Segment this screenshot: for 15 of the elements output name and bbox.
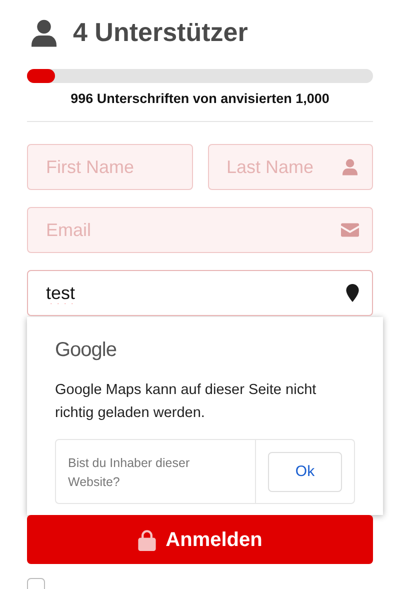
progress-caption: 996 Unterschriften von anvisierten 1,000 bbox=[70, 90, 330, 108]
supporter-count: 4 Unterstützer bbox=[73, 16, 248, 49]
input-field[interactable]: First Name bbox=[27, 144, 192, 190]
map-pin-icon bbox=[346, 284, 359, 302]
submit-button[interactable]: Anmelden bbox=[27, 515, 373, 564]
lock-icon bbox=[138, 528, 156, 551]
input-field[interactable]: Email bbox=[27, 207, 373, 254]
owner-question: Bist du Inhaber dieser Website? bbox=[67, 455, 191, 492]
brand-logo: Google bbox=[55, 338, 118, 364]
envelope-icon bbox=[341, 223, 359, 238]
person-icon bbox=[341, 158, 359, 176]
ok-button[interactable]: Ok bbox=[268, 452, 342, 492]
input-field[interactable]: Last Name bbox=[208, 144, 373, 190]
input-field[interactable]: test bbox=[27, 270, 373, 316]
error-message: Google Maps kann auf dieser Seite nicht richtig geladen werden. bbox=[55, 381, 318, 424]
